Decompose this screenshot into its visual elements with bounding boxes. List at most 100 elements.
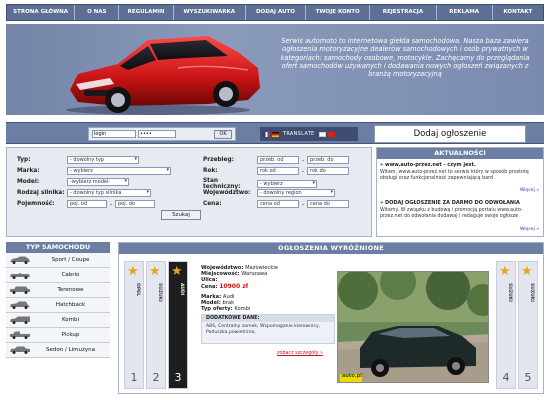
car-icon: [10, 346, 30, 354]
make-select[interactable]: - wybierz: [67, 167, 171, 175]
region-select[interactable]: - dowolny region: [257, 189, 335, 197]
flag-tr-icon[interactable]: [327, 131, 335, 137]
hero-banner: Serwis automoto to internetowa giełda sa…: [6, 24, 544, 115]
news-more-link[interactable]: Więcej »: [520, 227, 539, 232]
car-type-hatchback[interactable]: Hatchback: [6, 298, 110, 313]
price-to-input[interactable]: cena do: [307, 200, 349, 208]
car-icon: [10, 316, 30, 324]
offer-type-label: Typ oferty:: [201, 306, 233, 313]
flag-fr-icon[interactable]: [263, 131, 270, 137]
year-from-input[interactable]: rok od: [257, 167, 299, 175]
type-select[interactable]: - dowolny typ: [67, 156, 139, 164]
flag-de-icon[interactable]: [272, 131, 279, 137]
price-value: 10900 zł: [219, 282, 248, 290]
login-bar: OK TRANSLATE Dodaj ogłoszenie: [6, 122, 544, 144]
news-item-text: Witamy. W związku z budową i promocją po…: [380, 208, 523, 219]
news-item-text: Witam, www.auto-przez.net to serwis któr…: [380, 170, 529, 181]
city-label: Miejscowość:: [201, 271, 240, 278]
nav-contact[interactable]: KONTAKT: [493, 5, 543, 20]
engine-select[interactable]: - dowolny typ silnika: [67, 189, 151, 197]
price-from-input[interactable]: cena od: [257, 200, 299, 208]
nav-about[interactable]: O NAS: [75, 5, 120, 20]
car-type-label: Kombi: [61, 317, 80, 323]
make-value: Audi: [222, 293, 235, 300]
featured-tab-label: AUDI: [179, 283, 184, 296]
model-select[interactable]: -wybierz model-: [67, 178, 129, 186]
featured-tab-label: SUZUKI: [157, 283, 162, 302]
year-to-input[interactable]: rok do: [307, 167, 349, 175]
car-type-estate[interactable]: Kombi: [6, 313, 110, 328]
capacity-to-input[interactable]: poj. do: [115, 200, 155, 208]
car-type-panel: TYP SAMOCHODU Sport / Coupe Cabrio Teren…: [6, 242, 110, 360]
featured-tab[interactable]: ★ SUZUKI 2: [146, 261, 166, 389]
condition-select[interactable]: - wybierz: [257, 180, 317, 188]
offer-type-value: Kombi: [234, 306, 251, 313]
car-type-sedan[interactable]: Sedon / Limuzyna: [6, 343, 110, 358]
car-photo-image: [338, 272, 488, 382]
price-label: Cena:: [203, 201, 222, 207]
password-input[interactable]: [138, 130, 176, 138]
engine-label: Rodzaj silnika:: [17, 190, 65, 196]
make-label: Marka:: [17, 168, 40, 174]
featured-tab[interactable]: ★ SUZUKI 4: [496, 261, 516, 389]
model-label: Model:: [201, 300, 221, 307]
news-panel: AKTUALNOŚCI » www.auto-przez.net - czym …: [376, 147, 544, 237]
main-nav: STRONA GŁÓWNA O NAS REGULAMIN WYSZUKIWAR…: [6, 4, 544, 21]
mileage-label: Przebieg:: [203, 157, 234, 163]
car-type-label: Sedon / Limuzyna: [45, 347, 95, 353]
car-icon: [10, 286, 30, 294]
city-value: Warszawa: [241, 271, 268, 278]
star-icon: ★: [521, 264, 533, 279]
news-item: » DODAJ OGŁOSZENIE ZA DARMO DO ODWOŁANIA…: [380, 200, 540, 220]
type-label: Typ:: [17, 157, 31, 163]
featured-tab[interactable]: ★ SUZUKI 5: [518, 261, 538, 389]
news-item-title[interactable]: » DODAJ OGŁOSZENIE ZA DARMO DO ODWOŁANIA: [380, 200, 540, 206]
car-type-label: Hatchback: [55, 302, 86, 308]
news-item-title[interactable]: » www.auto-przez.net - czym jest.: [380, 162, 540, 168]
nav-account[interactable]: TWOJE KONTO: [306, 5, 371, 20]
nav-home[interactable]: STRONA GŁÓWNA: [7, 5, 76, 20]
featured-tab-label: SUZUKI: [507, 283, 512, 302]
car-type-sport[interactable]: Sport / Coupe: [6, 253, 110, 268]
news-more-link[interactable]: Więcej »: [520, 188, 539, 193]
nav-ads[interactable]: REKLAMA: [437, 5, 493, 20]
make-label: Marka:: [201, 293, 222, 300]
login-form: OK: [88, 127, 236, 141]
login-button[interactable]: OK: [214, 129, 232, 139]
extras-text: ABS, Centralny zamek, Wspomaganie kierow…: [206, 324, 321, 336]
red-car-image: [66, 36, 260, 115]
car-type-cabrio[interactable]: Cabrio: [6, 268, 110, 283]
featured-ads-panel: OGŁOSZENIA WYRÓŻNIONE ★ OPEL 1 ★ SUZUKI …: [118, 242, 544, 394]
car-photo[interactable]: auto.pl: [337, 271, 489, 383]
car-type-offroad[interactable]: Terenowe: [6, 283, 110, 298]
nav-search[interactable]: WYSZUKIWARKA: [174, 5, 246, 20]
nav-register[interactable]: REJESTRACJA: [370, 5, 437, 20]
details-link[interactable]: zobacz szczegóły »: [277, 351, 323, 356]
mileage-from-input[interactable]: przeb. od: [257, 156, 299, 164]
car-type-pickup[interactable]: Pickup: [6, 328, 110, 343]
featured-tab-label: SUZUKI: [529, 283, 534, 302]
translate-label[interactable]: TRANSLATE: [283, 131, 315, 137]
featured-tab-number: 2: [152, 371, 160, 384]
featured-tab-number: 3: [174, 371, 182, 384]
featured-tab[interactable]: ★ OPEL 1: [124, 261, 144, 389]
nav-add-car[interactable]: DODAJ AUTO: [246, 5, 307, 20]
login-input[interactable]: [92, 130, 136, 138]
star-icon: ★: [149, 264, 161, 279]
featured-title: OGŁOSZENIA WYRÓŻNIONE: [119, 243, 543, 254]
featured-tab-number: 5: [524, 371, 532, 384]
nav-rules[interactable]: REGULAMIN: [119, 5, 174, 20]
capacity-label: Pojemność:: [17, 201, 55, 207]
mileage-to-input[interactable]: przeb. do: [307, 156, 349, 164]
star-icon: ★: [127, 264, 139, 279]
add-ad-button[interactable]: Dodaj ogłoszenie: [374, 125, 526, 143]
featured-detail: Województwo: Mazowieckie Miejscowość: Wa…: [201, 265, 335, 345]
car-icon: [10, 301, 30, 309]
flag-kr-icon[interactable]: [318, 131, 326, 137]
star-icon: ★: [499, 264, 511, 279]
featured-tab-active[interactable]: ★ AUDI 3: [168, 261, 188, 389]
featured-tab-number: 1: [130, 371, 138, 384]
capacity-from-input[interactable]: poj. od: [67, 200, 107, 208]
hero-description: Serwis automoto to internetowa giełda sa…: [280, 37, 530, 79]
search-button[interactable]: Szukaj: [161, 210, 201, 220]
